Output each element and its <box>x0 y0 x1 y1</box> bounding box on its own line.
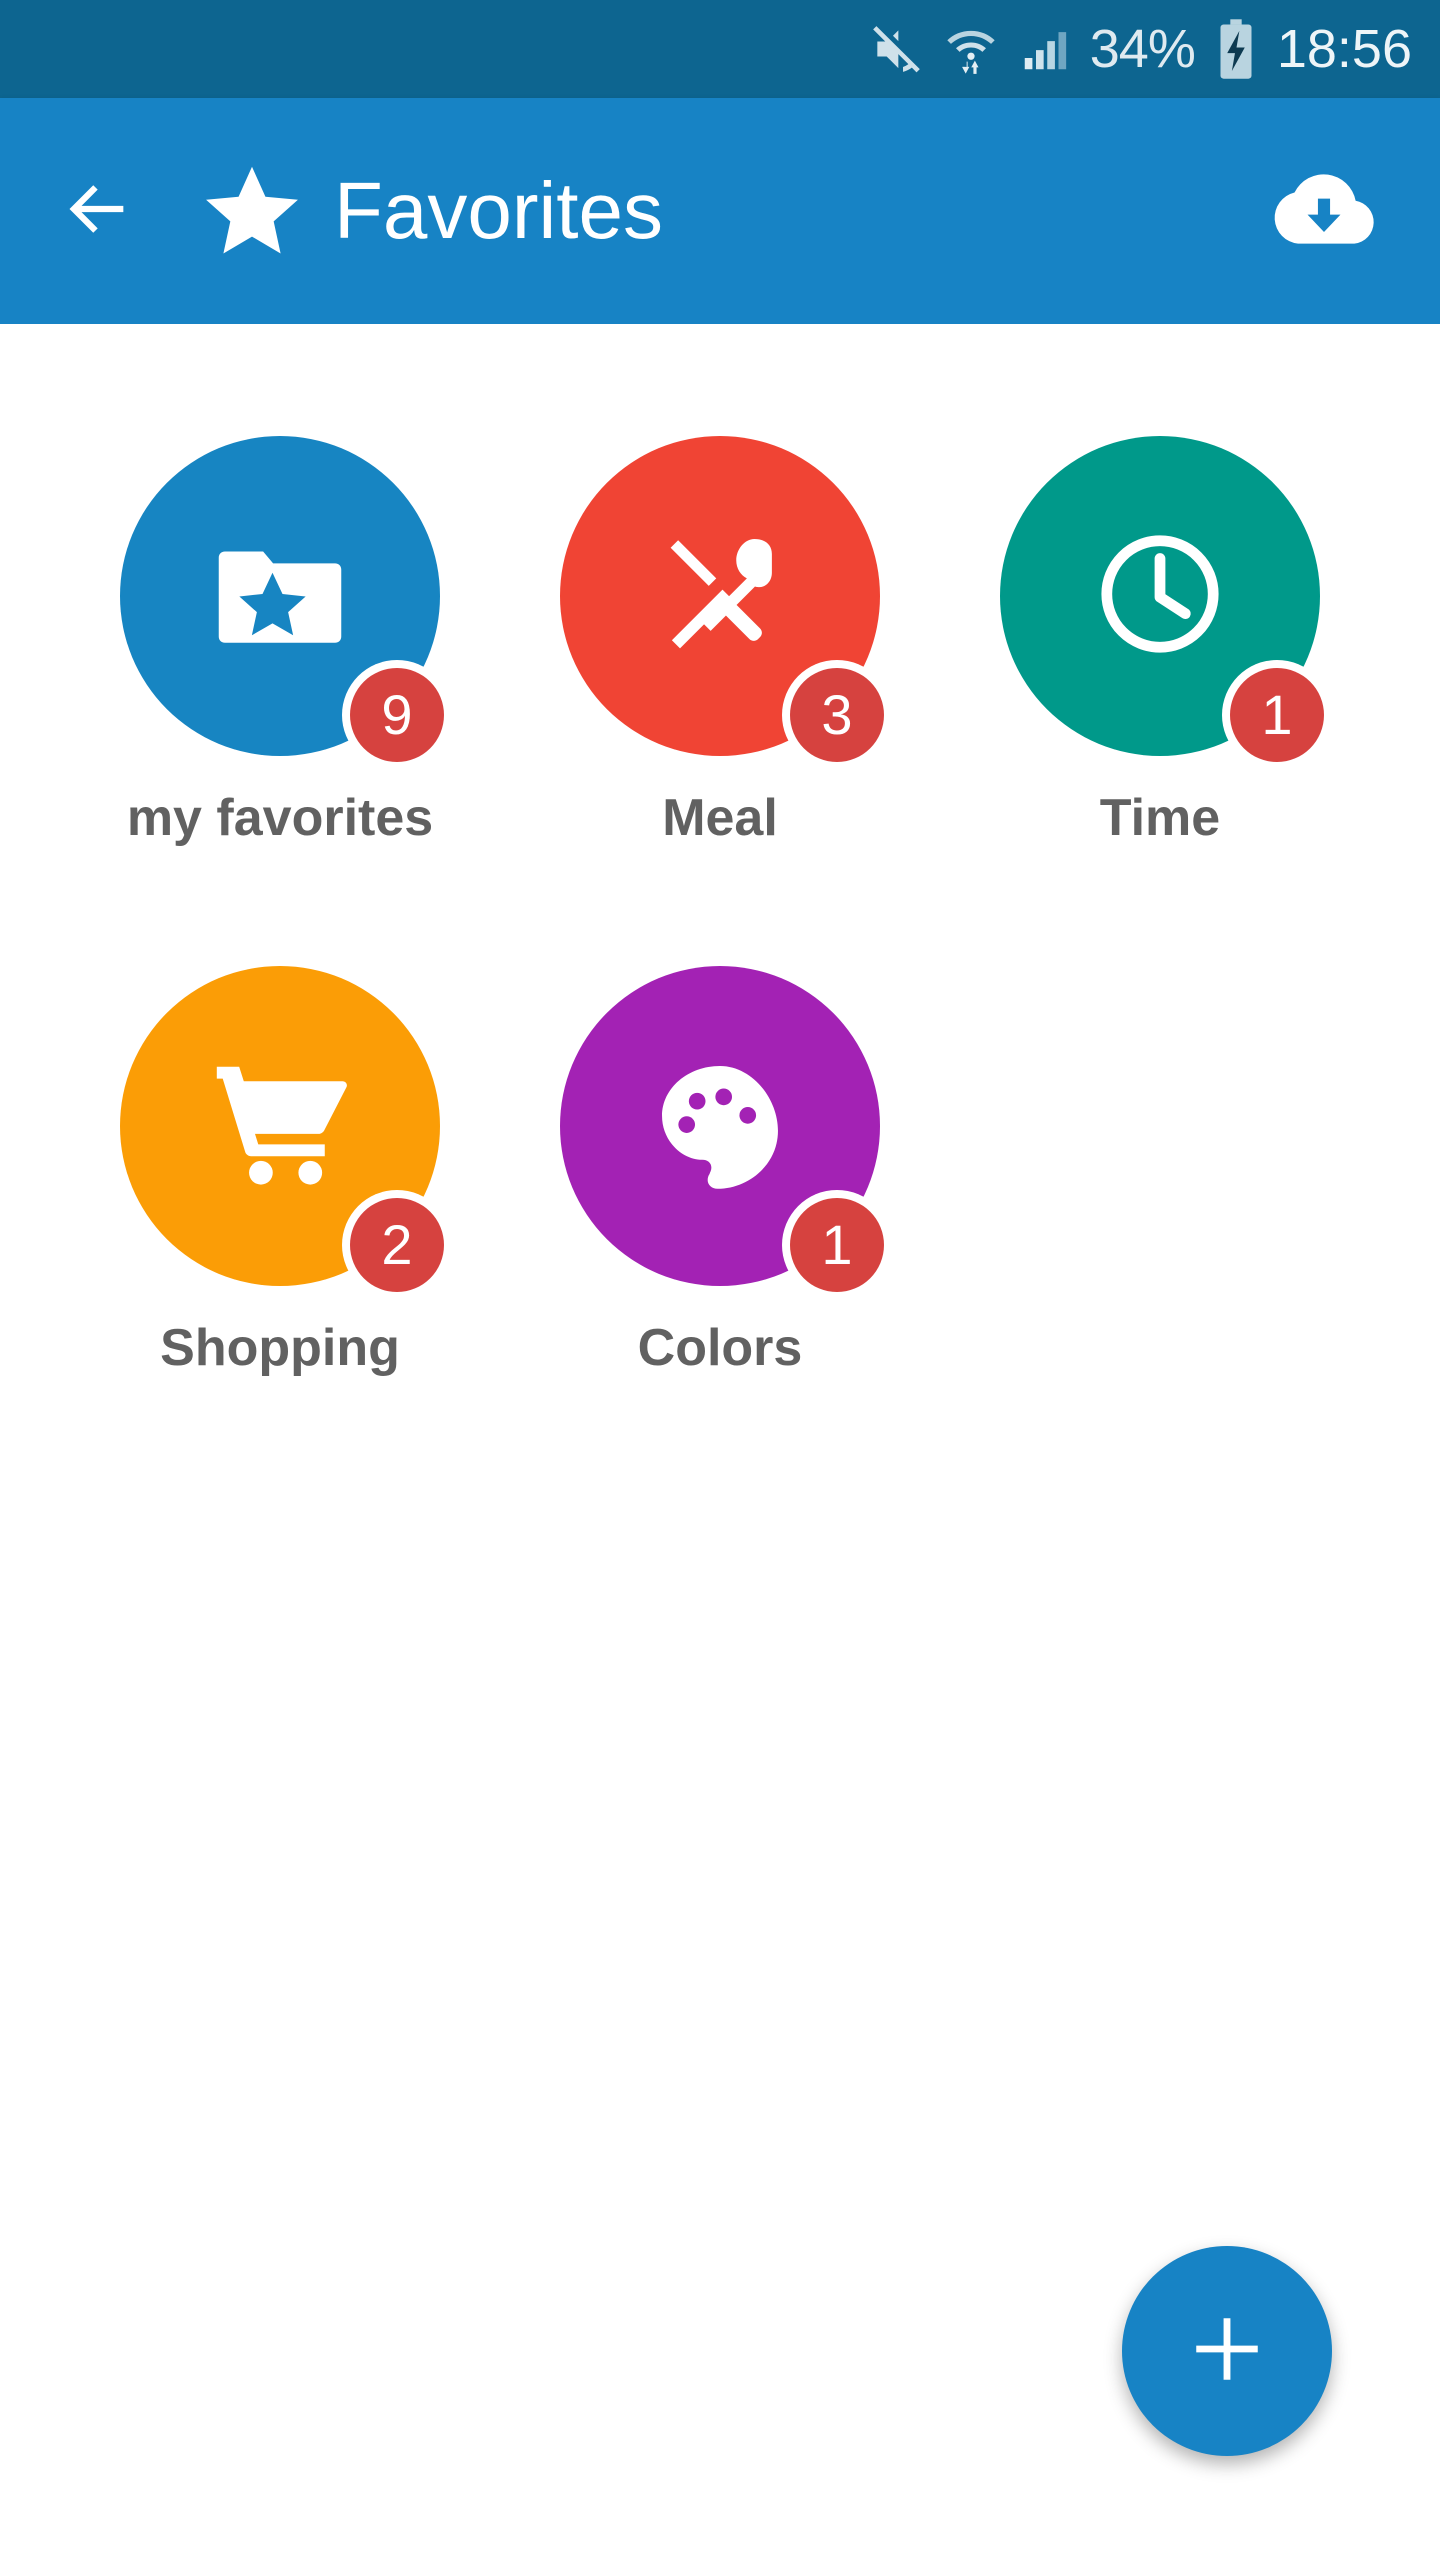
battery-percent-label: 34% <box>1089 19 1196 79</box>
favorites-grid: 9 my favorites 3 Meal 1 Time 2 Shopping … <box>60 436 1380 1496</box>
back-arrow-icon <box>60 171 136 252</box>
status-badge: 3 <box>790 668 884 762</box>
wifi-icon <box>942 20 1000 78</box>
grid-item-label: my favorites <box>126 789 434 847</box>
bubble-wrapper: 9 <box>120 436 452 770</box>
phone-screen: 34% 18:56 Favorites 9 my favorites 3 Mea… <box>0 0 1440 2560</box>
grid-item-label: Colors <box>637 1319 803 1377</box>
grid-item-time[interactable]: 1 Time <box>940 436 1380 966</box>
grid-item-shopping[interactable]: 2 Shopping <box>60 966 500 1496</box>
mute-icon <box>868 21 924 77</box>
badge-container: 1 <box>1222 660 1332 770</box>
star-icon <box>200 159 304 263</box>
plus-icon <box>1186 2308 1268 2395</box>
bubble-wrapper: 1 <box>1000 436 1332 770</box>
status-badge: 1 <box>1230 668 1324 762</box>
signal-icon <box>1018 22 1072 76</box>
badge-container: 9 <box>342 660 452 770</box>
bubble-wrapper: 3 <box>560 436 892 770</box>
status-bar: 34% 18:56 <box>0 0 1440 98</box>
app-bar: Favorites <box>0 98 1440 324</box>
battery-charging-icon <box>1213 18 1259 80</box>
grid-item-my-favorites[interactable]: 9 my favorites <box>60 436 500 966</box>
palette-icon <box>646 1050 794 1203</box>
cloud-download-icon <box>1272 157 1376 266</box>
back-button[interactable] <box>62 175 134 247</box>
clock-label: 18:56 <box>1276 19 1412 79</box>
status-badge: 1 <box>790 1198 884 1292</box>
grid-item-colors[interactable]: 1 Colors <box>500 966 940 1496</box>
grid-item-label: Meal <box>662 789 778 847</box>
grid-item-label: Time <box>1099 789 1221 847</box>
cutlery-icon <box>645 519 795 674</box>
shopping-cart-icon <box>201 1045 359 1208</box>
bubble-wrapper: 1 <box>560 966 892 1300</box>
status-badge: 9 <box>350 668 444 762</box>
folder-star-icon <box>205 519 355 674</box>
clock-icon <box>1084 518 1236 675</box>
cloud-download-button[interactable] <box>1272 159 1376 263</box>
page-title: Favorites <box>334 166 663 255</box>
badge-container: 2 <box>342 1190 452 1300</box>
badge-container: 1 <box>782 1190 892 1300</box>
grid-item-meal[interactable]: 3 Meal <box>500 436 940 966</box>
badge-container: 3 <box>782 660 892 770</box>
grid-item-label: Shopping <box>160 1319 400 1377</box>
bubble-wrapper: 2 <box>120 966 452 1300</box>
add-button[interactable] <box>1122 2246 1332 2456</box>
content-area: 9 my favorites 3 Meal 1 Time 2 Shopping … <box>0 324 1440 2560</box>
status-badge: 2 <box>350 1198 444 1292</box>
